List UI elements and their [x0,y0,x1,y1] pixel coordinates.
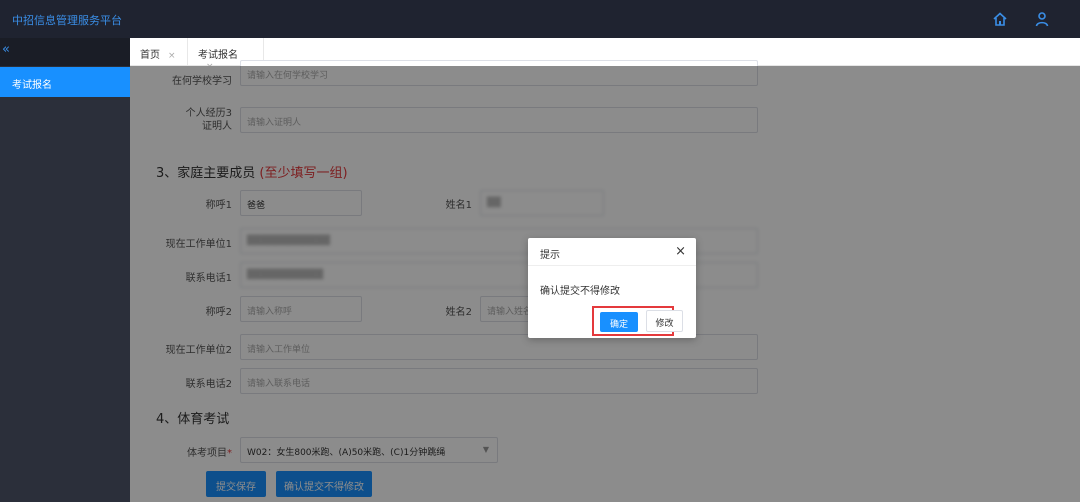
dialog-title: 提示 [528,238,696,266]
tab-home[interactable]: 首页 × [130,38,188,65]
confirm-dialog: 提示 × 确认提交不得修改 确定 修改 [528,238,696,338]
close-icon[interactable]: × [675,244,686,259]
tab-close-icon[interactable]: × [168,51,176,61]
home-icon[interactable] [992,11,1008,27]
app-title: 中招信息管理服务平台 [12,14,122,27]
top-bar: 中招信息管理服务平台 [0,0,1080,38]
tab-label: 考试报名 [198,50,238,61]
tab-label: 首页 [140,50,160,61]
edit-button[interactable]: 修改 [646,310,683,332]
sidebar-item-exam-registration[interactable]: 考试报名 [0,67,130,97]
ok-button[interactable]: 确定 [600,312,638,332]
user-icon[interactable] [1034,11,1050,27]
dialog-message: 确认提交不得修改 [540,286,620,297]
sidebar-collapse-button[interactable]: « [0,38,130,66]
sidebar: « 考试报名 [0,38,130,502]
